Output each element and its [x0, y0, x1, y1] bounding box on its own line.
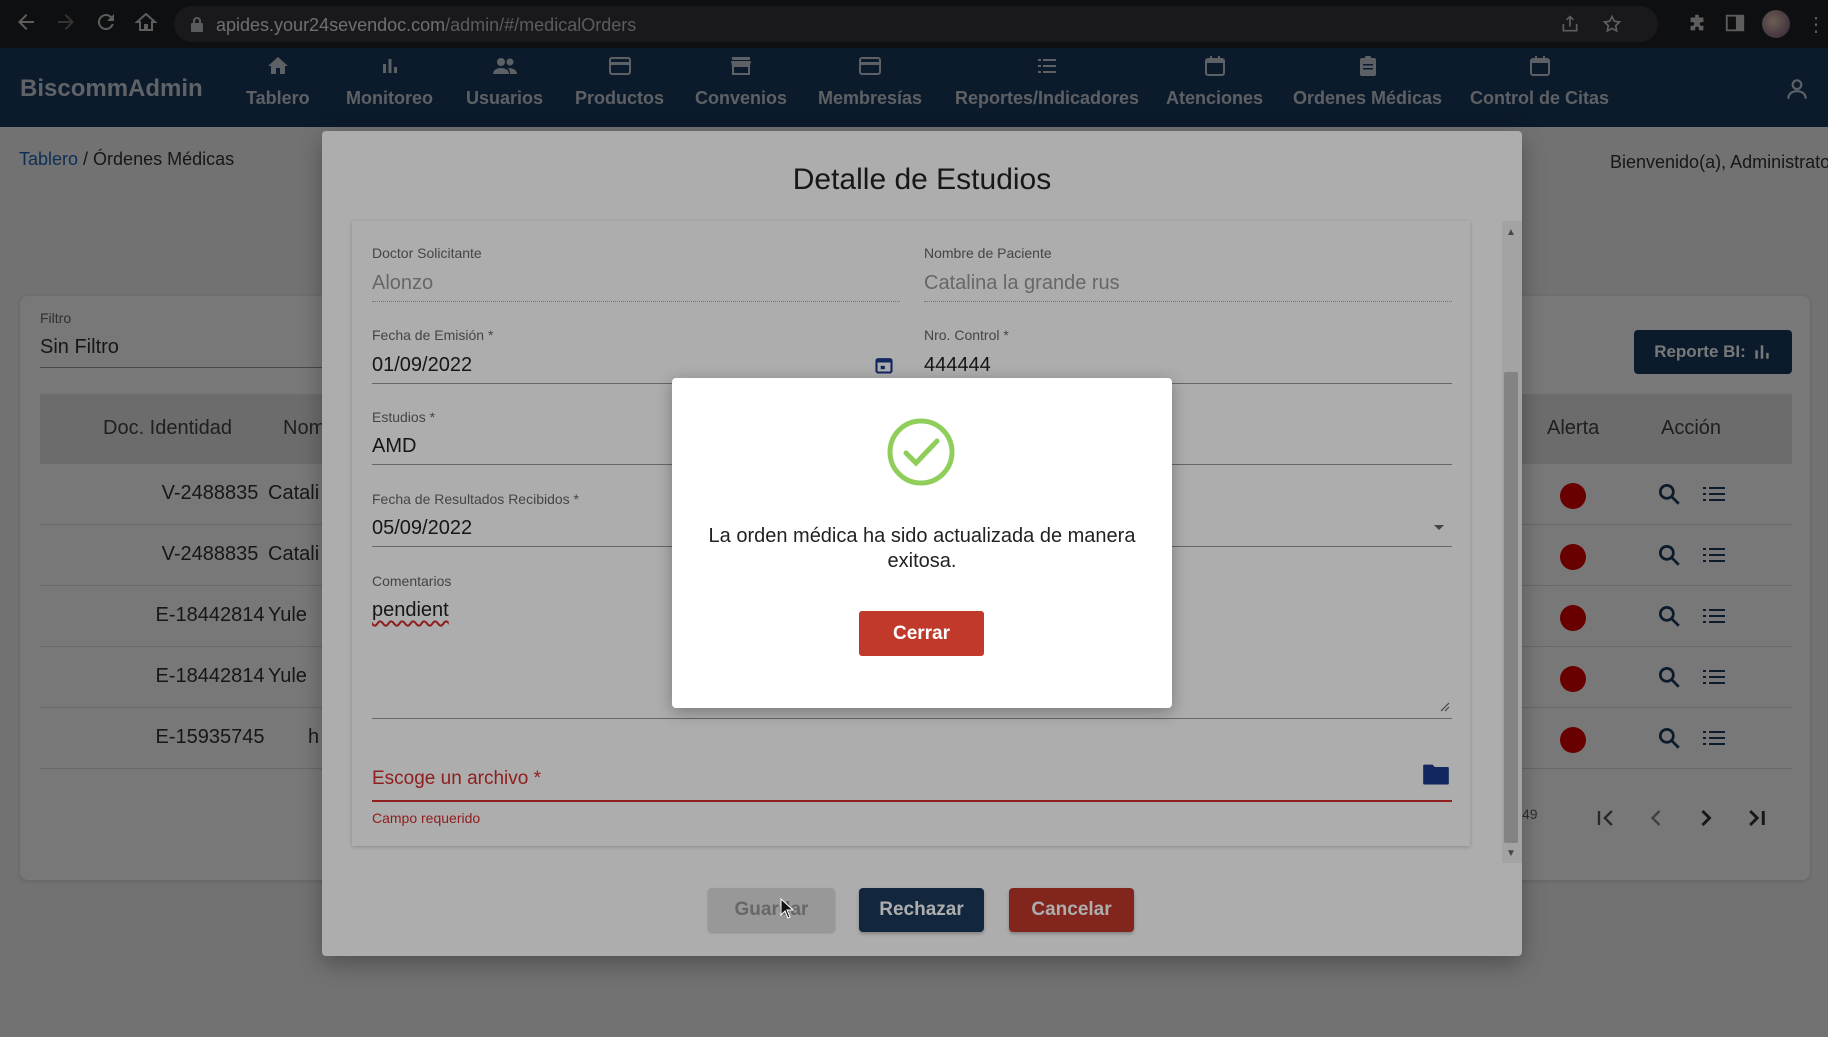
alert-message: La orden médica ha sido actualizada de m… [708, 525, 1136, 572]
success-check-icon [886, 417, 956, 487]
mouse-cursor-icon [780, 898, 796, 920]
close-alert-button[interactable]: Cerrar [859, 611, 984, 656]
